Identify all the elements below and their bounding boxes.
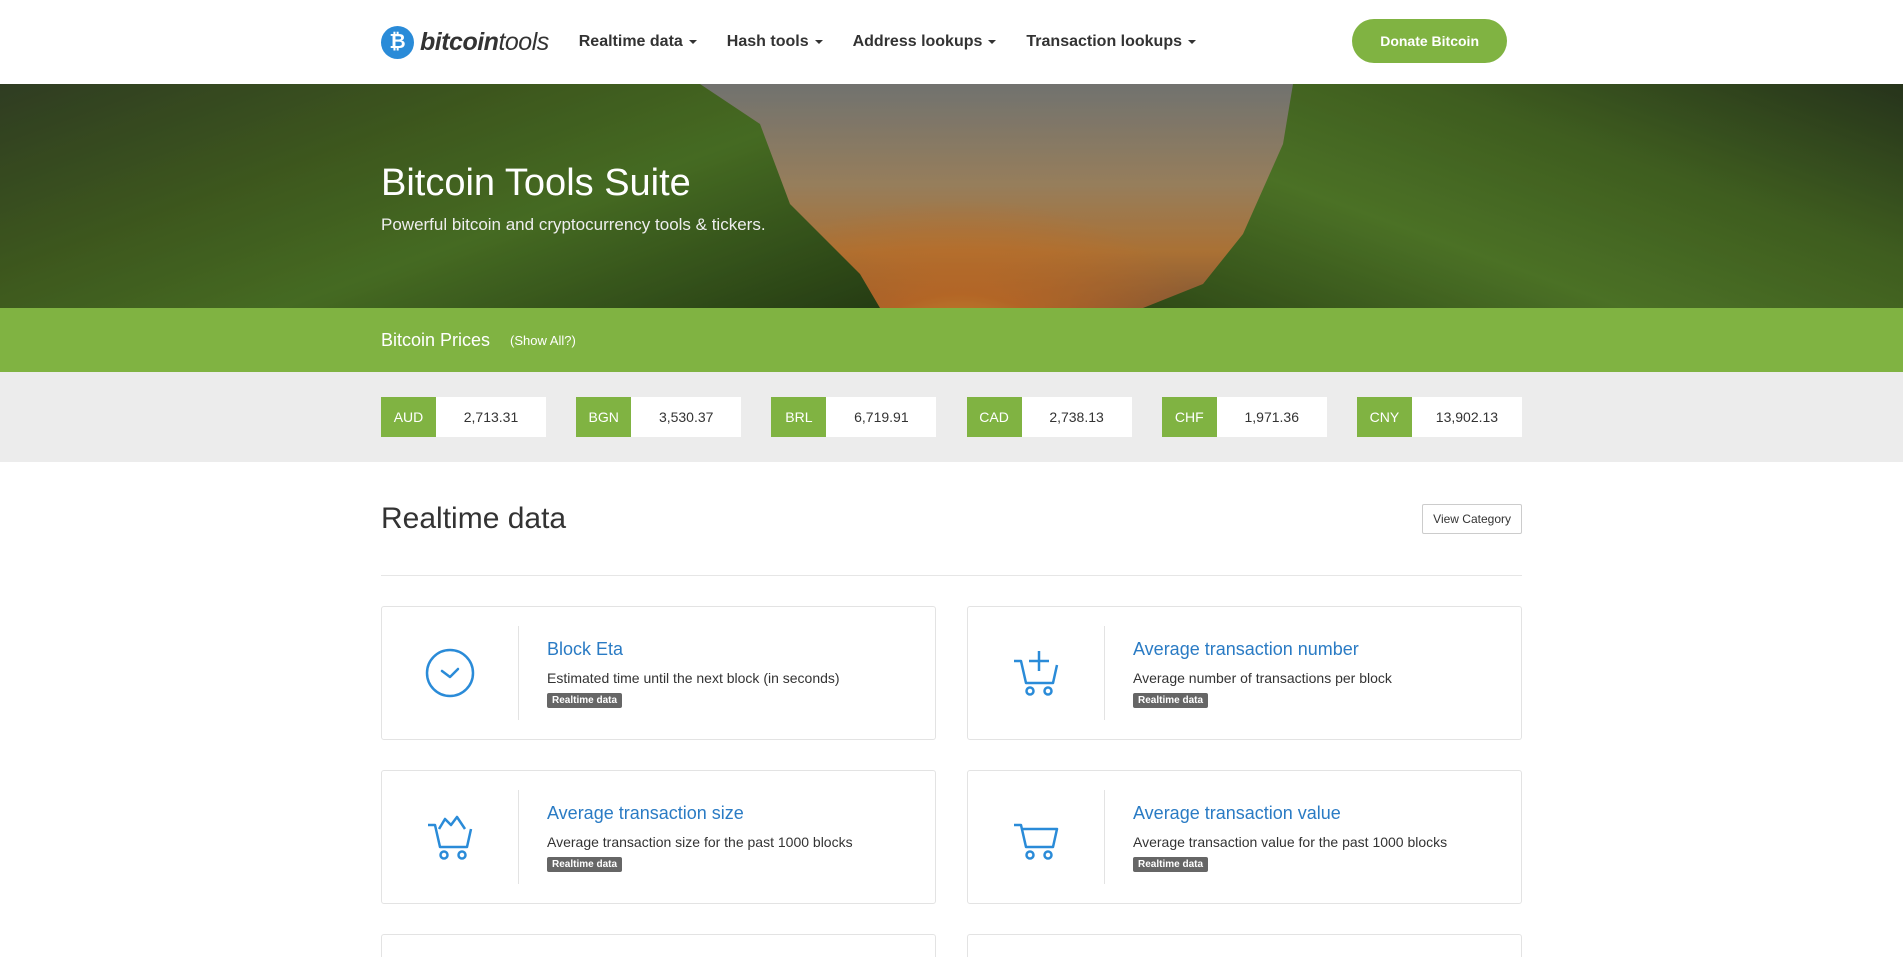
brand-name: bitcointools (420, 27, 549, 56)
category-badge: Realtime data (1133, 856, 1209, 872)
card-title[interactable]: Average transaction size (547, 803, 853, 824)
tool-card-avg-tx-size[interactable]: Average transaction size Average transac… (381, 770, 936, 904)
clock-icon (382, 626, 519, 720)
donate-button[interactable]: Donate Bitcoin (1352, 19, 1507, 63)
nav-transaction-lookups[interactable]: Transaction lookups (1026, 33, 1196, 51)
prices-bar: Bitcoin Prices (Show All?) (0, 308, 1903, 372)
ticker-cad: CAD 2,738.13 (966, 397, 1132, 437)
cart-add-icon (968, 626, 1105, 720)
ticker-aud: AUD 2,713.31 (381, 397, 546, 437)
realtime-section: Realtime data View Category Block Eta Es… (381, 462, 1522, 957)
hero-subtitle: Powerful bitcoin and cryptocurrency tool… (381, 215, 766, 234)
ticker-brl: BRL 6,719.91 (771, 397, 937, 437)
tool-card-block-eta[interactable]: Block Eta Estimated time until the next … (381, 606, 936, 740)
card-title[interactable]: Average transaction number (1133, 639, 1392, 660)
nav-address-lookups[interactable]: Address lookups (853, 33, 997, 51)
prices-title: Bitcoin Prices (381, 329, 491, 350)
ticker-cny: CNY 13,902.13 (1356, 397, 1522, 437)
card-title[interactable]: Average transaction value (1133, 803, 1447, 824)
tool-grid: Block Eta Estimated time until the next … (381, 606, 1522, 957)
caret-down-icon (988, 40, 997, 44)
section-title: Realtime data (381, 501, 567, 535)
card-description: Estimated time until the next block (in … (547, 669, 840, 686)
cart-full-icon (382, 790, 519, 884)
ticker-chf: CHF 1,971.36 (1161, 397, 1327, 437)
bitcoin-logo-icon: ₿ (381, 25, 414, 59)
nav-realtime-data[interactable]: Realtime data (579, 33, 697, 51)
caret-down-icon (814, 40, 823, 44)
cart-icon (968, 790, 1105, 884)
category-badge: Realtime data (547, 856, 623, 872)
tool-card-avg-tx-number[interactable]: Average transaction number Average numbe… (967, 606, 1522, 740)
tool-card-partial[interactable] (967, 934, 1522, 957)
card-title[interactable]: Block Eta (547, 639, 840, 660)
hero-banner: Bitcoin Tools Suite Powerful bitcoin and… (0, 84, 1903, 308)
category-badge: Realtime data (547, 692, 623, 708)
show-all-link[interactable]: (Show All?) (510, 333, 576, 348)
price-tickers: AUD 2,713.31 BGN 3,530.37 BRL 6,719.91 CAD 2… (0, 372, 1903, 462)
brand-logo[interactable]: ₿ bitcointools (381, 25, 549, 59)
navbar: ₿ bitcointools Realtime data Hash tools … (0, 0, 1903, 84)
nav-hash-tools[interactable]: Hash tools (727, 33, 823, 51)
card-description: Average number of transactions per block (1133, 669, 1392, 686)
view-category-button[interactable]: View Category (1422, 503, 1522, 534)
caret-down-icon (688, 40, 697, 44)
tool-card-avg-tx-value[interactable]: Average transaction value Average transa… (967, 770, 1522, 904)
caret-down-icon (1188, 40, 1196, 44)
card-description: Average transaction value for the past 1… (1133, 833, 1448, 850)
tool-card-partial[interactable] (381, 934, 936, 957)
ticker-bgn: BGN 3,530.37 (576, 397, 742, 437)
section-header: Realtime data View Category (381, 462, 1522, 576)
card-description: Average transaction size for the past 10… (547, 833, 853, 850)
category-badge: Realtime data (1133, 692, 1209, 708)
hero-title: Bitcoin Tools Suite (381, 162, 691, 204)
